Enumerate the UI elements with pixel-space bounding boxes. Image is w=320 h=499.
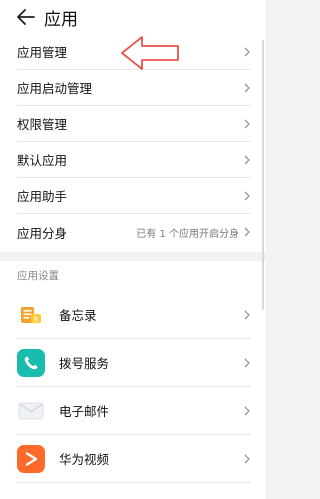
annotation-arrow-icon bbox=[121, 36, 179, 70]
app-item-email[interactable]: 电子邮件 bbox=[17, 387, 251, 435]
app-item-label: 拨号服务 bbox=[59, 356, 110, 371]
memo-icon: $ bbox=[17, 300, 45, 329]
svg-text:$: $ bbox=[34, 315, 38, 323]
menu-item-app-assistant[interactable]: 应用助手 bbox=[17, 178, 251, 214]
scrollbar[interactable] bbox=[262, 40, 264, 310]
phone-icon bbox=[17, 348, 45, 377]
app-item-label: 电子邮件 bbox=[59, 404, 110, 419]
menu-item-label: 应用助手 bbox=[17, 189, 68, 204]
chevron-right-icon bbox=[244, 227, 250, 237]
chevron-right-icon bbox=[244, 310, 250, 319]
chevron-right-icon bbox=[244, 454, 250, 463]
chevron-right-icon bbox=[244, 191, 250, 200]
chevron-right-icon bbox=[244, 47, 250, 56]
email-icon bbox=[17, 396, 45, 425]
app-item-label: 备忘录 bbox=[59, 308, 97, 323]
page-title: 应用 bbox=[44, 9, 78, 30]
app-item-label: 华为视频 bbox=[59, 452, 110, 467]
chevron-right-icon bbox=[244, 83, 250, 92]
chevron-right-icon bbox=[244, 155, 250, 164]
app-settings-screen: 应用 应用管理 应用启动管理 权限管理 默认应用 应用助手 应用分身 已有 1 … bbox=[0, 0, 266, 499]
menu-item-app-launch-management[interactable]: 应用启动管理 bbox=[17, 70, 251, 106]
section-divider bbox=[0, 252, 266, 261]
chevron-right-icon bbox=[244, 406, 250, 415]
app-settings-list: $ 备忘录 拨号服务 电子邮件 华为视频 bbox=[0, 291, 266, 483]
menu-item-label: 应用启动管理 bbox=[17, 81, 93, 96]
menu-item-label: 应用分身 bbox=[17, 225, 68, 241]
menu-item-value: 已有 1 个应用开启分身 bbox=[136, 228, 239, 240]
app-item-dialer[interactable]: 拨号服务 bbox=[17, 339, 251, 387]
back-arrow-icon bbox=[17, 9, 35, 25]
video-icon bbox=[17, 444, 45, 473]
menu-item-app-twin[interactable]: 应用分身 已有 1 个应用开启分身 bbox=[17, 214, 251, 250]
menu-item-label: 默认应用 bbox=[17, 153, 68, 168]
menu-item-default-apps[interactable]: 默认应用 bbox=[17, 142, 251, 178]
chevron-right-icon bbox=[244, 358, 250, 367]
chevron-right-icon bbox=[244, 119, 250, 128]
menu-item-permission-management[interactable]: 权限管理 bbox=[17, 106, 251, 142]
header: 应用 bbox=[0, 0, 266, 34]
section-title: 应用设置 bbox=[17, 270, 59, 282]
back-button[interactable] bbox=[14, 5, 38, 29]
menu-item-label: 权限管理 bbox=[17, 117, 68, 132]
app-item-memo[interactable]: $ 备忘录 bbox=[17, 291, 251, 339]
app-item-huawei-video[interactable]: 华为视频 bbox=[17, 435, 251, 483]
